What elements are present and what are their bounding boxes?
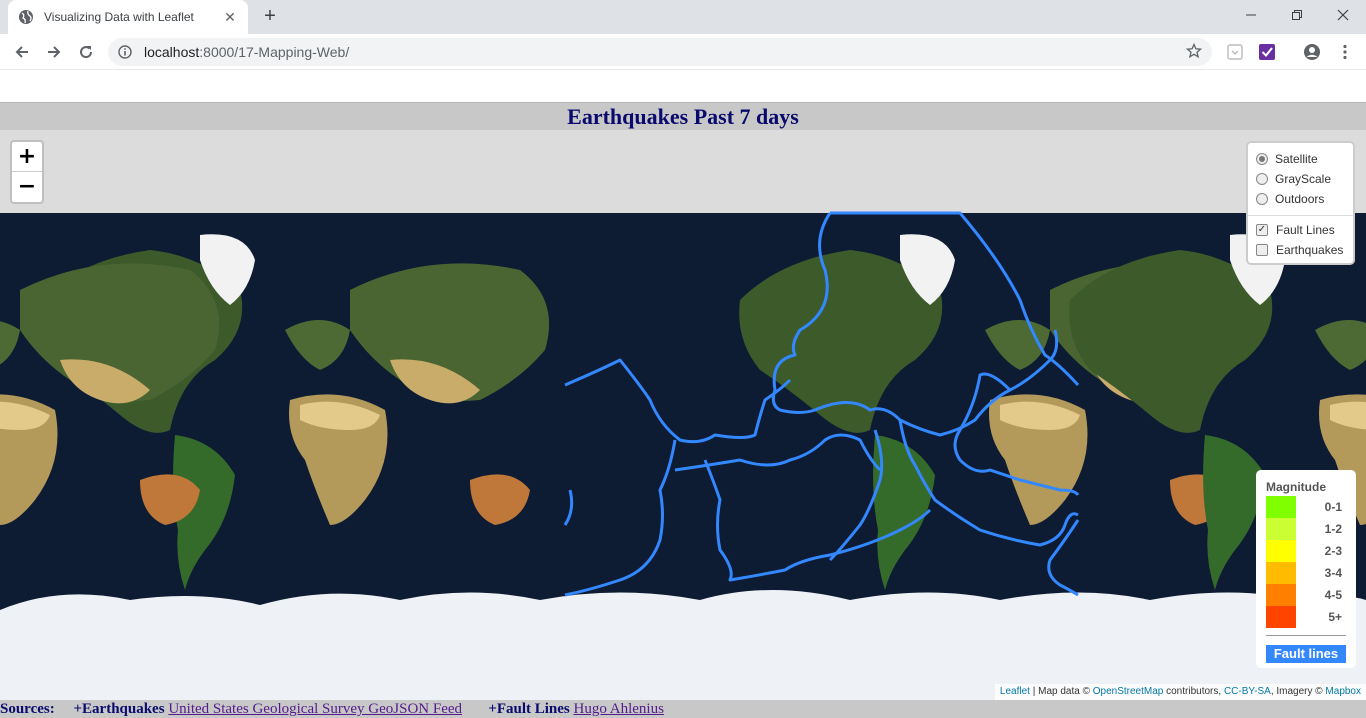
zoom-in-button[interactable]: +: [12, 142, 42, 172]
fault-lines-legend: Fault lines: [1266, 645, 1346, 663]
page-title: Earthquakes Past 7 days: [567, 104, 799, 129]
usgs-feed-link[interactable]: United States Geological Survey GeoJSON …: [168, 701, 462, 717]
url-path: :8000/17-Mapping-Web/: [199, 44, 350, 60]
zoom-control: + −: [10, 140, 44, 204]
menu-icon[interactable]: [1336, 43, 1354, 61]
legend-title: Magnitude: [1266, 480, 1326, 494]
base-layer-grayscale[interactable]: GrayScale: [1256, 169, 1345, 189]
overlay-earthquakes[interactable]: Earthquakes: [1256, 240, 1345, 260]
tasks-extension-icon[interactable]: [1258, 43, 1276, 61]
legend-item: 1-2: [1266, 518, 1346, 540]
legend-swatch: [1266, 606, 1296, 628]
base-layer-label: Satellite: [1275, 152, 1318, 166]
legend-item: 4-5: [1266, 584, 1346, 606]
legend-swatch: [1266, 518, 1296, 540]
legend-item: 5+: [1266, 606, 1346, 628]
back-arrow-icon: [15, 46, 28, 58]
legend-label: 5+: [1328, 610, 1342, 624]
base-layer-label: GrayScale: [1275, 172, 1332, 186]
checkbox-checked-icon[interactable]: ✓: [1256, 224, 1268, 236]
legend-label: 2-3: [1324, 544, 1342, 558]
reload-button[interactable]: [74, 40, 98, 64]
forward-arrow-icon: [48, 46, 61, 58]
browser-tabstrip: Visualizing Data with Leaflet ✕ +: [0, 0, 1366, 34]
new-tab-button[interactable]: +: [258, 4, 282, 28]
minimize-button[interactable]: [1228, 0, 1274, 30]
bookmark-star-icon[interactable]: [1186, 43, 1202, 59]
mapbox-link[interactable]: Mapbox: [1325, 686, 1361, 697]
close-tab-icon[interactable]: ✕: [222, 9, 238, 26]
close-window-button[interactable]: [1320, 0, 1366, 30]
radio-icon[interactable]: [1256, 173, 1268, 185]
fault-lines-source-label: +Fault Lines: [488, 701, 570, 717]
legend-divider: [1266, 635, 1346, 636]
extension-icon[interactable]: [1226, 43, 1244, 61]
radio-selected-icon[interactable]: [1256, 153, 1268, 165]
browser-tab[interactable]: Visualizing Data with Leaflet ✕: [8, 0, 248, 34]
legend-item: 3-4: [1266, 562, 1346, 584]
url-text: localhost:8000/17-Mapping-Web/: [144, 44, 349, 60]
legend-swatch: [1266, 496, 1296, 518]
attribution-text: | Map data ©: [1029, 686, 1093, 697]
tab-title: Visualizing Data with Leaflet: [44, 10, 194, 24]
checkbox-icon[interactable]: [1256, 244, 1268, 256]
overlay-label: Fault Lines: [1276, 223, 1335, 237]
restore-icon: [1292, 10, 1302, 20]
sources-footer: Sources: +Earthquakes United States Geol…: [0, 700, 1366, 718]
magnitude-legend: Magnitude 0-1 1-2 2-3 3-4 4-5 5+ Fault l…: [1256, 470, 1356, 668]
earthquakes-source-label: +Earthquakes: [73, 701, 165, 717]
base-layer-outdoors[interactable]: Outdoors: [1256, 189, 1345, 209]
hugo-ahlenius-link[interactable]: Hugo Ahlenius: [574, 701, 664, 717]
browser-toolbar: localhost:8000/17-Mapping-Web/: [0, 34, 1366, 70]
legend-label: 3-4: [1324, 566, 1342, 580]
map-container[interactable]: + − Satellite GrayScale Outdoors ✓ Fault …: [0, 130, 1366, 700]
openstreetmap-link[interactable]: OpenStreetMap: [1093, 686, 1164, 697]
legend-label: 1-2: [1324, 522, 1342, 536]
map-attribution: Leaflet | Map data © OpenStreetMap contr…: [994, 684, 1366, 700]
cc-by-sa-link[interactable]: CC-BY-SA: [1224, 686, 1271, 697]
legend-swatch: [1266, 562, 1296, 584]
overlay-label: Earthquakes: [1276, 243, 1344, 257]
restore-button[interactable]: [1274, 0, 1320, 30]
radio-icon[interactable]: [1256, 193, 1268, 205]
attribution-text: , Imagery ©: [1270, 686, 1326, 697]
url-host: localhost: [144, 44, 200, 60]
sources-label: Sources:: [0, 701, 55, 717]
legend-swatch: [1266, 540, 1296, 562]
layer-control: Satellite GrayScale Outdoors ✓ Fault Line…: [1246, 141, 1355, 265]
attribution-text: contributors,: [1163, 686, 1224, 697]
zoom-out-button[interactable]: −: [12, 172, 42, 202]
layer-separator: [1248, 215, 1353, 216]
legend-item: 2-3: [1266, 540, 1346, 562]
leaflet-link[interactable]: Leaflet: [1000, 686, 1030, 697]
forward-button[interactable]: [42, 40, 66, 64]
satellite-tiles: [0, 130, 1366, 700]
overlay-fault-lines[interactable]: ✓ Fault Lines: [1256, 220, 1345, 240]
reload-icon: [80, 46, 93, 59]
base-layer-satellite[interactable]: Satellite: [1256, 149, 1345, 169]
page-header: Earthquakes Past 7 days: [0, 102, 1366, 130]
legend-item: 0-1: [1266, 496, 1346, 518]
close-icon: [1337, 9, 1349, 21]
legend-label: 0-1: [1324, 500, 1342, 514]
minimize-icon: [1246, 14, 1256, 16]
base-layer-label: Outdoors: [1275, 192, 1325, 206]
account-icon[interactable]: [1303, 43, 1321, 61]
legend-swatch: [1266, 584, 1296, 606]
back-button[interactable]: [10, 40, 34, 64]
info-icon[interactable]: [118, 45, 132, 59]
legend-label: 4-5: [1324, 588, 1342, 602]
globe-icon: [19, 10, 33, 24]
page-top-spacer: [0, 70, 1366, 102]
address-bar[interactable]: localhost:8000/17-Mapping-Web/: [108, 38, 1212, 66]
